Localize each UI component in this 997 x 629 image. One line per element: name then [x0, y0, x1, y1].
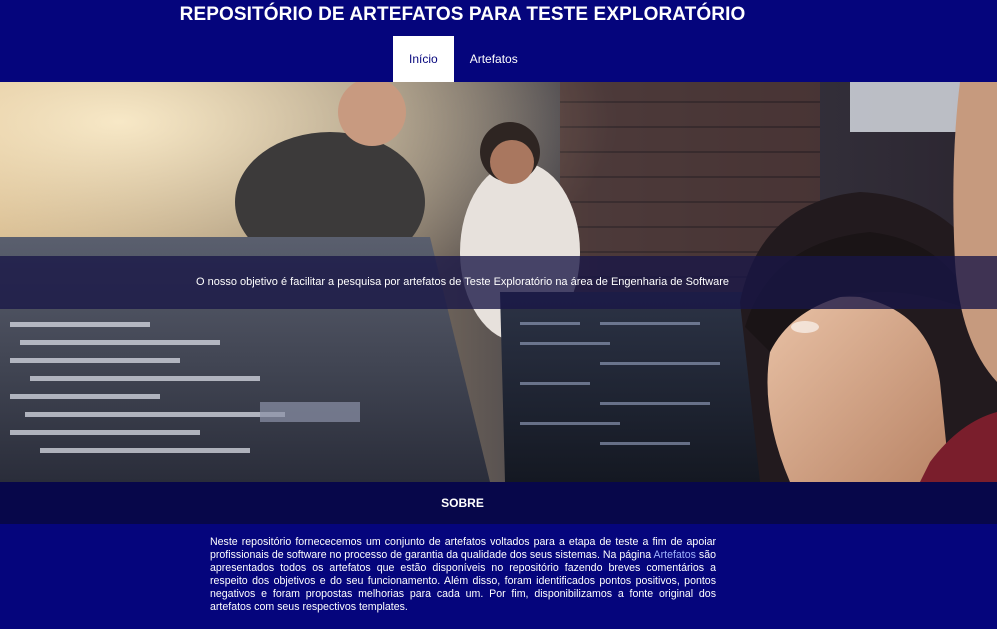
hero-tagline: O nosso objetivo é facilitar a pesquisa …: [195, 276, 729, 288]
hero-banner: O nosso objetivo é facilitar a pesquisa …: [0, 256, 997, 309]
about-title: SOBRE: [441, 496, 484, 510]
nav-item-inicio[interactable]: Início: [393, 36, 454, 82]
site-header: REPOSITÓRIO DE ARTEFATOS PARA TESTE EXPL…: [0, 0, 997, 82]
about-text-part1: Neste repositório fornececemos um conjun…: [210, 536, 716, 562]
nav-item-artefatos[interactable]: Artefatos: [454, 36, 534, 82]
hero-section: O nosso objetivo é facilitar a pesquisa …: [0, 82, 997, 482]
about-text: Neste repositório fornececemos um conjun…: [210, 536, 716, 615]
main-nav: Início Artefatos: [393, 36, 534, 82]
site-title: REPOSITÓRIO DE ARTEFATOS PARA TESTE EXPL…: [179, 4, 746, 25]
about-header: SOBRE: [0, 482, 997, 524]
about-section: Neste repositório fornececemos um conjun…: [0, 524, 997, 629]
artefatos-link[interactable]: Artefatos: [654, 549, 696, 561]
